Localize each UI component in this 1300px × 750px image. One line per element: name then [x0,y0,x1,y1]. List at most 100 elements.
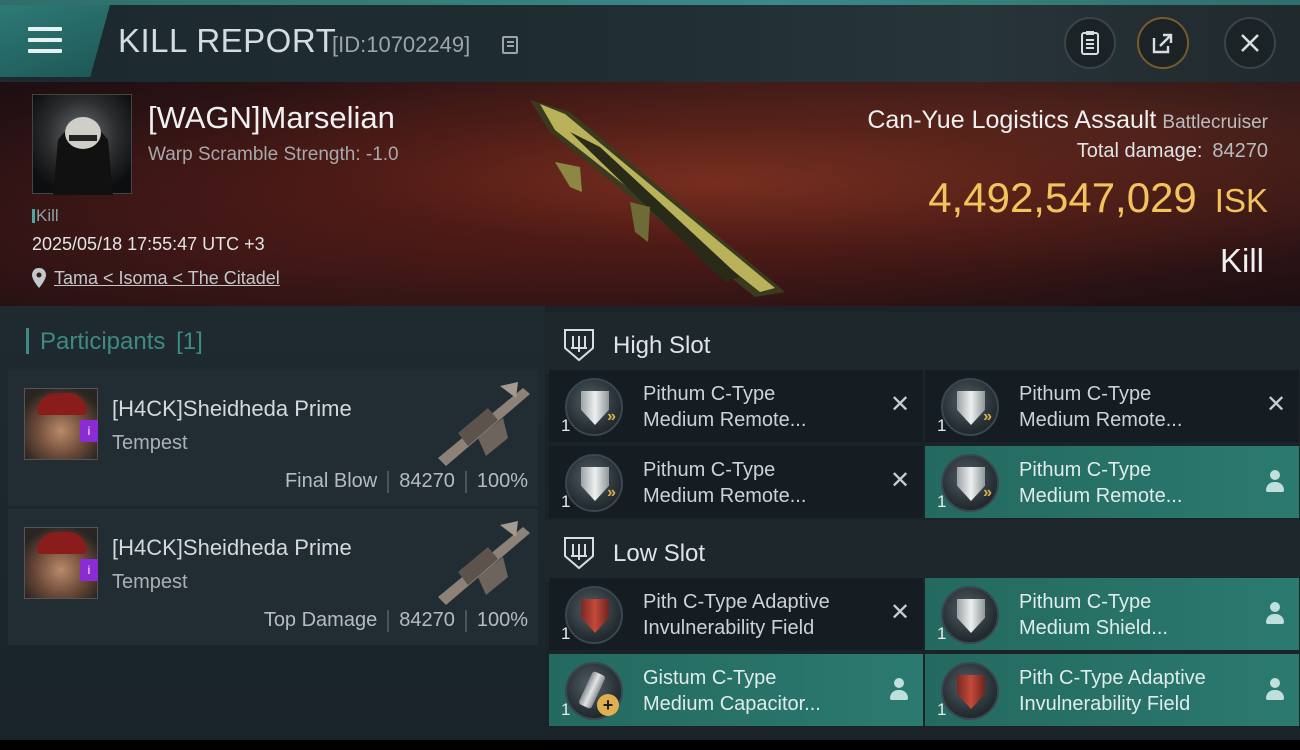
victim-ship-name[interactable]: Can-Yue Logistics Assault Battlecruiser [867,106,1268,135]
kill-location-link[interactable]: Tama < Isoma < The Citadel [54,268,280,289]
person-icon [1265,470,1287,492]
total-damage-value: 84270 [1212,140,1268,162]
person-icon [1265,678,1287,700]
person-icon [889,678,911,700]
module-name: Pithum C-Type Medium Remote... [1019,459,1183,507]
participants-panel: Participants [1] i [H4CK]Sheidheda Prime… [0,306,545,740]
menu-icon [28,27,62,60]
top-bar: KILL REPORT [ID:10702249] [0,0,1300,82]
invulnerability-field-icon [565,586,623,644]
participant-role: Final Blow [284,470,378,492]
participants-count: [1] [176,328,203,355]
ship-class-text: Battlecruiser [1162,112,1268,133]
clipboard-button[interactable] [1064,17,1116,69]
share-button[interactable] [1137,17,1189,69]
victim-portrait[interactable] [32,94,132,195]
module-quantity: 1 [937,700,947,719]
module-item[interactable]: + 1 Gistum C-Type Medium Capacitor... [549,654,923,726]
isk-value: 4,492,547,029 ISK [928,174,1268,222]
module-name: Pith C-Type Adaptive Invulnerability Fiel… [643,591,830,639]
corp-badge-icon: i [80,559,98,581]
close-button[interactable] [1224,17,1276,69]
participant-percent: 100% [476,470,528,492]
module-item[interactable]: » 1 Pithum C-Type Medium Remote... ✕ [549,370,923,442]
report-id: [ID:10702249] [332,32,471,57]
participant-damage: 84270 [399,470,455,492]
victim-avatar-image [53,117,113,195]
ship-name-text: Can-Yue Logistics Assault [867,106,1157,134]
module-name: Pithum C-Type Medium Remote... [643,383,807,431]
page-title: KILL REPORT [118,22,337,59]
module-quantity: 1 [937,416,947,435]
capacitor-module-icon: + [565,662,623,720]
module-item[interactable]: 1 Pith C-Type Adaptive Invulnerability Fi… [925,654,1299,726]
participant-name[interactable]: [H4CK]Sheidheda Prime [112,535,352,561]
kill-datetime: 2025/05/18 17:55:47 UTC +3 [32,234,265,254]
module-item[interactable]: 1 Pithum C-Type Medium Shield... [925,578,1299,650]
shield-module-icon: » [565,378,623,436]
module-quantity: 1 [561,416,571,435]
clipboard-icon [1081,31,1099,55]
module-item[interactable]: » 1 Pithum C-Type Medium Remote... [925,446,1299,518]
module-item[interactable]: » 1 Pithum C-Type Medium Remote... ✕ [549,446,923,518]
participant-ship-image[interactable] [428,517,532,607]
victim-pilot-name[interactable]: [WAGN]Marselian [148,100,395,136]
participant-ship: Tempest [112,571,188,593]
module-name: Pithum C-Type Medium Shield... [1019,591,1168,639]
participant-percent: 100% [476,609,528,631]
copy-icon[interactable] [502,36,518,54]
shield-module-icon [941,586,999,644]
participant-name[interactable]: [H4CK]Sheidheda Prime [112,396,352,422]
participant-stats: Top Damage 84270 100% [264,609,528,632]
module-quantity: 1 [937,492,947,511]
person-icon [1265,602,1287,624]
participant-card[interactable]: i [H4CK]Sheidheda Prime Tempest Final Bl… [8,370,538,506]
shield-module-icon: » [565,454,623,512]
module-name: Pithum C-Type Medium Remote... [643,459,807,507]
participant-card[interactable]: i [H4CK]Sheidheda Prime Tempest Top Dama… [8,509,538,645]
participant-stats: Final Blow 84270 100% [285,470,528,493]
menu-button[interactable] [0,5,110,77]
participant-role: Top Damage [263,609,378,631]
close-icon [1241,34,1259,52]
module-quantity: 1 [561,700,571,719]
high-slot-icon [564,329,594,362]
victim-banner: [WAGN]Marselian Warp Scramble Strength: … [0,82,1300,306]
module-item[interactable]: » 1 Pithum C-Type Medium Remote... ✕ [925,370,1299,442]
module-quantity: 1 [937,624,947,643]
high-slot-title: High Slot [613,332,711,359]
isk-unit: ISK [1214,182,1268,219]
result-tag: Kill [32,206,59,225]
corp-badge-icon: i [80,420,98,442]
participant-ship: Tempest [112,432,188,454]
module-name: Gistum C-Type Medium Capacitor... [643,667,821,715]
module-name: Pith C-Type Adaptive Invulnerability Fiel… [1019,667,1206,715]
bottom-edge [0,740,1300,750]
invulnerability-field-icon [941,662,999,720]
location-pin-icon [32,268,46,288]
fitting-panel: High Slot » 1 Pithum C-Type Medium Remote… [545,306,1300,740]
participant-ship-image[interactable] [428,378,532,468]
total-damage: Total damage: 84270 [1077,140,1268,163]
module-quantity: 1 [561,624,571,643]
result-label: Kill [1219,242,1264,279]
participants-heading: Participants [1] [26,328,203,356]
low-slot-title: Low Slot [613,540,706,567]
victim-ship-render[interactable] [510,92,800,302]
shield-module-icon: » [941,454,999,512]
x-mark-icon: ✕ [1265,391,1287,418]
module-quantity: 1 [561,492,571,511]
low-slot-icon [564,537,594,570]
x-mark-icon: ✕ [889,391,911,418]
warp-scramble-strength: Warp Scramble Strength: -1.0 [148,144,399,165]
x-mark-icon: ✕ [889,467,911,494]
x-mark-icon: ✕ [889,599,911,626]
participant-damage: 84270 [399,609,455,631]
share-icon [1152,33,1173,54]
isk-amount: 4,492,547,029 [928,174,1197,221]
shield-module-icon: » [941,378,999,436]
participants-heading-text: Participants [40,328,166,355]
module-item[interactable]: 1 Pith C-Type Adaptive Invulnerability Fi… [549,578,923,650]
module-name: Pithum C-Type Medium Remote... [1019,383,1183,431]
low-slot-header: Low Slot [545,520,1300,582]
